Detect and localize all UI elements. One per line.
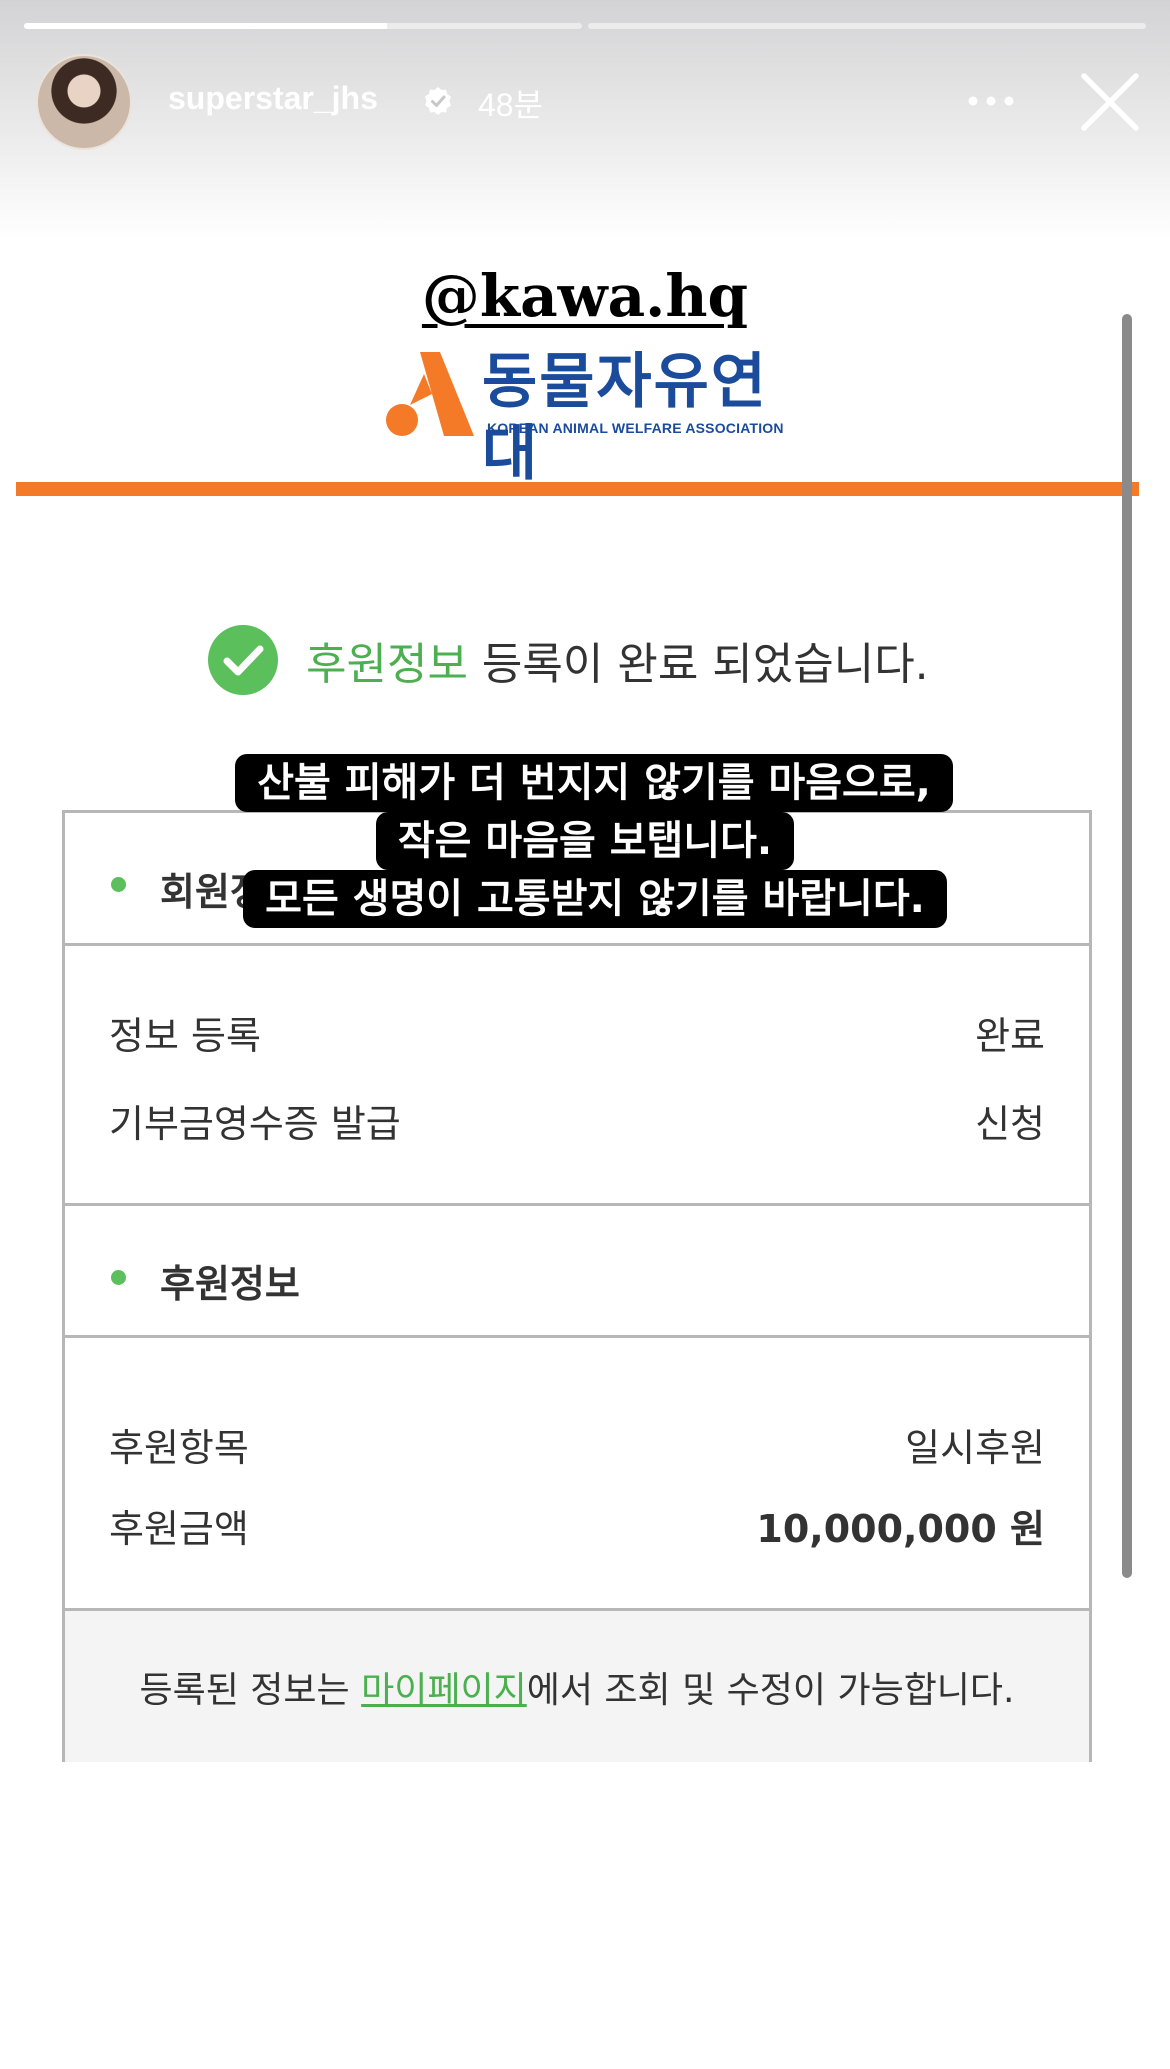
completion-highlight: 후원정보 xyxy=(306,639,468,690)
row-value: 일시후원 xyxy=(905,1426,1045,1470)
time-ago: 48분 xyxy=(478,87,544,123)
divider xyxy=(65,943,1089,946)
header-divider xyxy=(16,482,1139,496)
caption-line-1: 산불 피해가 더 번지지 않기를 마음으로, xyxy=(235,754,953,812)
story-progress xyxy=(24,23,1146,29)
close-icon[interactable] xyxy=(1078,70,1142,134)
divider xyxy=(65,1203,1089,1206)
caption-line-3: 모든 생명이 고통받지 않기를 바랍니다. xyxy=(243,870,947,928)
row-label: 후원항목 xyxy=(109,1426,249,1470)
caption-line-2: 작은 마음을 보탭니다. xyxy=(375,812,795,870)
row-label: 정보 등록 xyxy=(109,1014,261,1058)
row-value: 완료 xyxy=(975,1014,1045,1058)
completion-message: 후원정보 등록이 완료 되었습니다. xyxy=(208,624,929,696)
footer-post: 에서 조회 및 수정이 가능합니다. xyxy=(526,1670,1015,1711)
bullet-dot xyxy=(111,1270,126,1285)
caption-line: 산불 피해가 더 번지지 않기를 마음으로, xyxy=(0,754,1170,812)
donation-section-title: 후원정보 xyxy=(160,1262,300,1306)
completion-text: 후원정보 등록이 완료 되었습니다. xyxy=(306,628,929,692)
donation-amount: 10,000,000 원 xyxy=(756,1507,1045,1551)
logo-mark-icon xyxy=(386,352,474,436)
footer-pre: 등록된 정보는 xyxy=(139,1670,362,1711)
mypage-link[interactable]: 마이페이지 xyxy=(361,1670,527,1711)
scrollbar[interactable] xyxy=(1122,314,1132,1578)
caption-line: 모든 생명이 고통받지 않기를 바랍니다. xyxy=(0,870,1170,928)
progress-segment-2 xyxy=(588,23,1146,29)
logo-name: 동물자유연대 xyxy=(482,347,768,489)
footer-notice: 등록된 정보는 마이페이지에서 조회 및 수정이 가능합니다. xyxy=(65,1611,1089,1762)
completion-rest: 등록이 완료 되었습니다. xyxy=(467,639,929,690)
info-card: 회원정보 정보 등록 완료 기부금영수증 발급 신청 후원정보 후원항목 일시후… xyxy=(62,810,1092,1762)
mention-sticker[interactable]: @kawa.hq xyxy=(0,262,1170,330)
logo-subtitle: KOREAN ANIMAL WELFARE ASSOCIATION xyxy=(487,420,784,436)
row-label: 후원금액 xyxy=(109,1507,249,1551)
footer-text: 등록된 정보는 마이페이지에서 조회 및 수정이 가능합니다. xyxy=(65,1661,1089,1713)
more-dots-icon[interactable] xyxy=(966,86,1016,116)
caption-line: 작은 마음을 보탭니다. xyxy=(0,812,1170,870)
row-label: 기부금영수증 발급 xyxy=(109,1102,401,1146)
org-logo: 동물자유연대 KOREAN ANIMAL WELFARE ASSOCIATION xyxy=(380,346,800,489)
check-circle-icon xyxy=(208,625,278,695)
divider xyxy=(65,1335,1089,1338)
row-value: 신청 xyxy=(975,1102,1045,1146)
story-caption: 산불 피해가 더 번지지 않기를 마음으로, 작은 마음을 보탭니다. 모든 생… xyxy=(0,754,1170,928)
avatar[interactable] xyxy=(36,54,132,150)
username[interactable]: superstar_jhs xyxy=(168,80,378,117)
progress-segment-1 xyxy=(24,23,582,29)
verified-badge-icon xyxy=(425,87,451,115)
